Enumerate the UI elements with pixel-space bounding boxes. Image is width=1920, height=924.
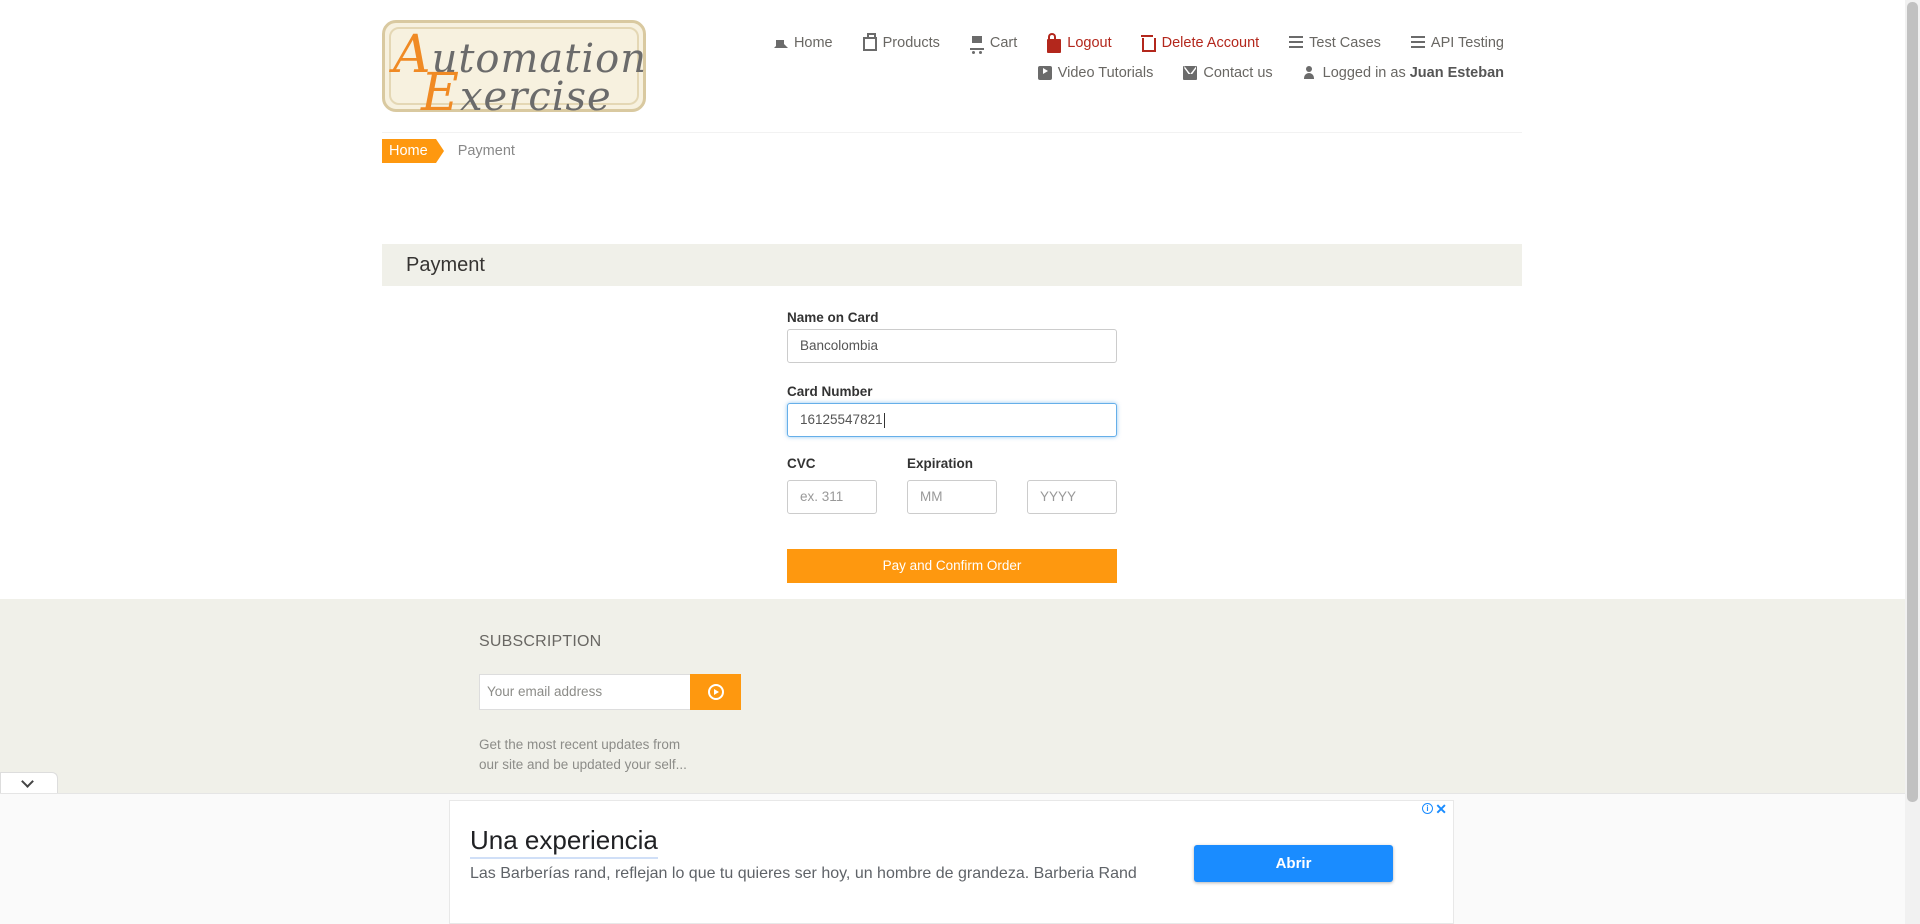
ad-text: Las Barberías rand, reflejan lo que tu q… xyxy=(470,865,1137,882)
nav-test-cases-label: Test Cases xyxy=(1309,35,1381,51)
chevron-down-icon xyxy=(21,775,34,788)
nav-home[interactable]: Home xyxy=(773,34,833,51)
ad-title[interactable]: Una experiencia xyxy=(470,825,658,859)
page-title: Payment xyxy=(406,254,485,276)
cvc-label: CVC xyxy=(787,456,816,471)
breadcrumb: Home Payment xyxy=(382,139,515,163)
nav-video-label: Video Tutorials xyxy=(1057,65,1154,81)
list-icon xyxy=(1289,36,1304,50)
expiry-month-input[interactable]: MM xyxy=(907,480,997,514)
breadcrumb-home[interactable]: Home xyxy=(382,139,444,163)
logged-in-username: Juan Esteban xyxy=(1409,65,1504,81)
envelope-icon xyxy=(1183,66,1198,80)
nav-home-label: Home xyxy=(793,35,833,51)
nav-contact-label: Contact us xyxy=(1203,65,1273,81)
cvc-expiration-row: CVC Expiration ex. 311 MM YYYY xyxy=(787,456,1117,516)
scrollbar-thumb[interactable] xyxy=(1907,2,1918,802)
expiry-year-input[interactable]: YYYY xyxy=(1027,480,1117,514)
subscription-title: SUBSCRIPTION xyxy=(479,633,602,650)
nav-delete-account-label: Delete Account xyxy=(1161,35,1260,51)
page-scrollbar[interactable] xyxy=(1905,0,1920,924)
cart-icon xyxy=(969,36,984,54)
text-caret xyxy=(883,412,885,428)
list-icon xyxy=(1410,36,1425,50)
main-nav: Home Products Cart Logout Delete Account… xyxy=(744,28,1504,88)
cvc-input[interactable]: ex. 311 xyxy=(787,480,877,514)
nav-logout[interactable]: Logout xyxy=(1047,33,1112,53)
card-number-value: 16125547821 xyxy=(800,412,883,427)
home-icon xyxy=(773,34,788,48)
ad-collapse-toggle[interactable] xyxy=(0,772,58,794)
nav-logged-in-as[interactable]: Logged in as Juan Esteban xyxy=(1303,65,1504,81)
nav-delete-account[interactable]: Delete Account xyxy=(1140,35,1260,52)
arrow-circle-right-icon xyxy=(708,684,724,700)
products-icon xyxy=(862,33,877,51)
nav-video-tutorials[interactable]: Video Tutorials xyxy=(1037,65,1154,81)
subscribe-button[interactable] xyxy=(690,674,741,710)
nav-api-testing[interactable]: API Testing xyxy=(1410,35,1504,51)
nav-logout-label: Logout xyxy=(1067,35,1112,51)
subscription-email-input[interactable]: Your email address xyxy=(479,674,691,710)
nav-test-cases[interactable]: Test Cases xyxy=(1289,35,1381,51)
ad-close-icon[interactable]: ✕ xyxy=(1435,801,1447,818)
user-icon xyxy=(1303,66,1317,80)
card-number-label: Card Number xyxy=(787,384,873,399)
payment-form: Name on Card Bancolombia Card Number 161… xyxy=(787,310,1117,583)
youtube-icon xyxy=(1037,66,1052,80)
footer-subscription: SUBSCRIPTION Your email address Get the … xyxy=(0,599,1905,799)
page: Automation Exercise Home Products Cart L… xyxy=(0,0,1920,924)
ad-open-button[interactable]: Abrir xyxy=(1194,845,1393,882)
breadcrumb-current: Payment xyxy=(457,143,515,159)
subscription-description: Get the most recent updates from our sit… xyxy=(479,737,687,772)
nav-products[interactable]: Products xyxy=(862,33,940,51)
nav-products-label: Products xyxy=(882,35,940,51)
logo-line-2: Exercise xyxy=(421,63,612,123)
nav-row-2: Video Tutorials Contact us Logged in as J… xyxy=(744,58,1504,88)
site-header: Automation Exercise Home Products Cart L… xyxy=(382,0,1522,133)
lock-icon xyxy=(1047,33,1062,53)
name-on-card-input[interactable]: Bancolombia xyxy=(787,329,1117,363)
ad-info-icon[interactable]: i xyxy=(1422,803,1433,814)
nav-row-1: Home Products Cart Logout Delete Account… xyxy=(744,28,1504,58)
pay-and-confirm-button[interactable]: Pay and Confirm Order xyxy=(787,549,1117,583)
ad-banner[interactable]: Una experiencia Las Barberías rand, refl… xyxy=(449,800,1454,924)
expiration-label: Expiration xyxy=(907,456,974,471)
nav-contact-us[interactable]: Contact us xyxy=(1183,65,1273,81)
site-logo[interactable]: Automation Exercise xyxy=(382,20,646,123)
payment-heading-bar: Payment xyxy=(382,244,1522,286)
logged-in-prefix: Logged in as xyxy=(1322,65,1406,81)
nav-cart[interactable]: Cart xyxy=(969,35,1018,54)
card-number-input[interactable]: 16125547821 xyxy=(787,403,1117,437)
name-on-card-label: Name on Card xyxy=(787,310,879,325)
trash-icon xyxy=(1140,35,1156,52)
nav-cart-label: Cart xyxy=(989,35,1018,51)
nav-api-testing-label: API Testing xyxy=(1430,35,1504,51)
